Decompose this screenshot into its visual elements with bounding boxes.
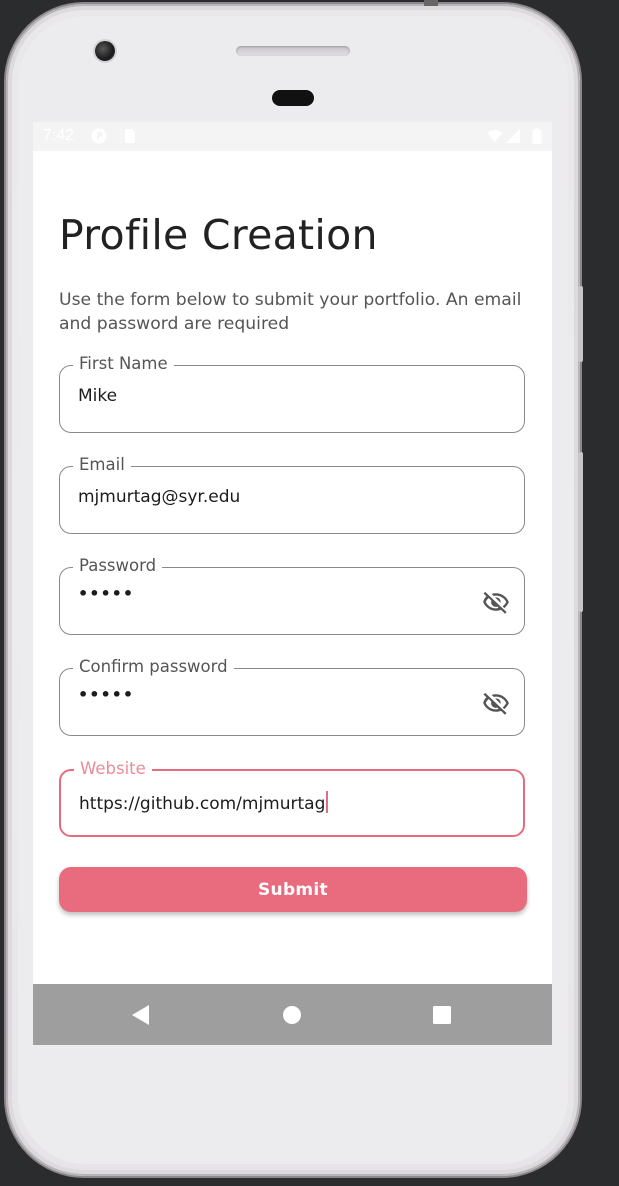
proximity-sensor — [272, 90, 314, 106]
first-name-field[interactable]: First Name Mike — [59, 354, 525, 433]
visibility-off-icon[interactable] — [482, 588, 510, 616]
power-button — [578, 452, 583, 612]
page-title: Profile Creation — [59, 211, 378, 259]
password-field[interactable]: Password ••••• — [59, 556, 525, 635]
volume-button — [578, 286, 583, 362]
visibility-off-icon[interactable] — [482, 689, 510, 717]
app-screen: 7:42 Profile Creation Use the form below… — [33, 122, 552, 1045]
system-nav-bar — [33, 984, 552, 1045]
earpiece-speaker — [236, 46, 350, 56]
text-cursor — [326, 791, 329, 813]
website-input-wrap[interactable]: https://github.com/mjmurtag — [79, 791, 469, 817]
email-input[interactable]: mjmurtag@syr.edu — [78, 487, 468, 513]
back-icon[interactable] — [129, 1002, 155, 1028]
first-name-input[interactable]: Mike — [78, 386, 468, 412]
email-field[interactable]: Email mjmurtag@syr.edu — [59, 455, 525, 534]
password-label: Password — [73, 556, 163, 576]
first-name-label: First Name — [73, 354, 174, 374]
website-input[interactable]: https://github.com/mjmurtag — [79, 794, 325, 814]
home-icon[interactable] — [279, 1002, 305, 1028]
website-field[interactable]: Website https://github.com/mjmurtag — [59, 759, 525, 837]
notification-icon — [91, 128, 107, 144]
email-label: Email — [73, 455, 131, 475]
top-edge-marker — [424, 0, 438, 6]
password-input[interactable]: ••••• — [78, 584, 468, 610]
status-bar: 7:42 — [33, 122, 552, 151]
battery-icon — [532, 128, 542, 144]
website-label: Website — [74, 759, 152, 779]
recents-icon[interactable] — [429, 1002, 455, 1028]
confirm-password-input[interactable]: ••••• — [78, 685, 468, 711]
signal-icon — [506, 129, 520, 143]
submit-button[interactable]: Submit — [59, 867, 527, 912]
confirm-password-field[interactable]: Confirm password ••••• — [59, 657, 525, 736]
sd-card-icon — [125, 129, 135, 143]
confirm-password-label: Confirm password — [73, 657, 234, 677]
front-camera — [95, 41, 115, 61]
form-description: Use the form below to submit your portfo… — [59, 290, 522, 334]
status-time: 7:42 — [43, 127, 75, 144]
wifi-icon — [487, 130, 503, 142]
